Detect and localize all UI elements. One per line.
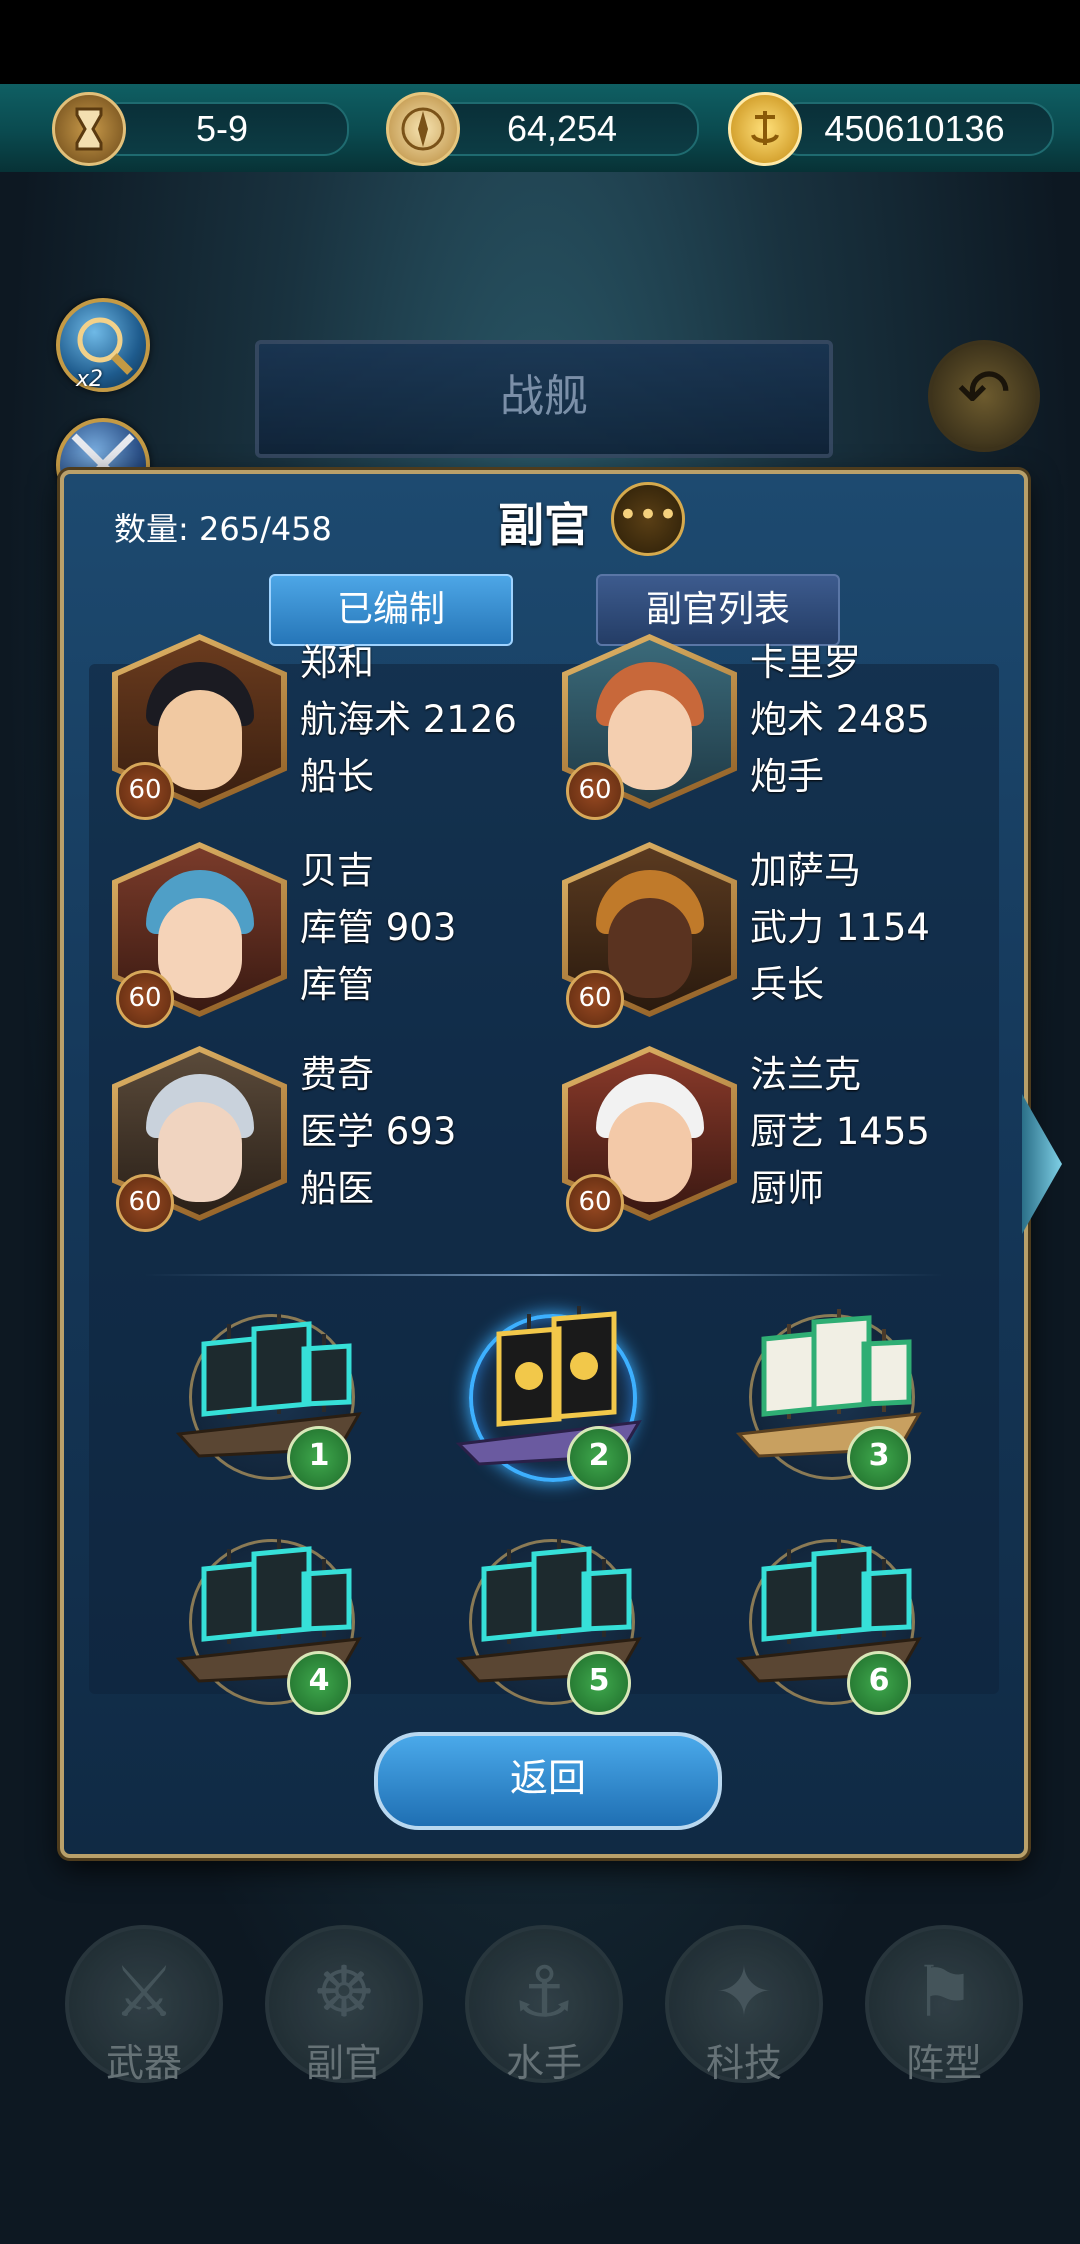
- ship-number-badge: 4: [287, 1651, 351, 1715]
- ship-number-badge: 1: [287, 1426, 351, 1490]
- officer-card[interactable]: 60 费奇 医学 693 船医: [112, 1046, 552, 1246]
- officer-skill: 库管 903: [300, 906, 457, 949]
- tab-formation-label: 阵型: [905, 2041, 982, 2085]
- tab-weapons[interactable]: ⚔ 武器: [65, 1925, 223, 2085]
- officer-skill: 航海术 2126: [300, 698, 517, 741]
- helm-icon: ☸: [312, 1951, 376, 2033]
- warship-title-banner: 战舰: [255, 340, 833, 458]
- stage-pill: 5-9: [95, 102, 349, 156]
- tab-sailors[interactable]: ⚓ 水手: [465, 1925, 623, 2085]
- resource-bar: 5-9 64,254 450610136: [0, 84, 1080, 176]
- tab-tech[interactable]: ✦ 科技: [665, 1925, 823, 2085]
- compass-value: 64,254: [506, 108, 618, 149]
- ship-slot[interactable]: 4: [169, 1519, 369, 1719]
- compass-tech-icon: ✦: [714, 1951, 774, 2033]
- weapon-icon: ⚔: [112, 1951, 176, 2033]
- ship-slot[interactable]: 6: [729, 1519, 929, 1719]
- officer-name: 费奇: [300, 1053, 374, 1096]
- officer-skill: 厨艺 1455: [750, 1110, 930, 1153]
- officer-role: 船长: [300, 755, 374, 798]
- magnifier-icon[interactable]: x2: [56, 298, 150, 392]
- officer-info: 卡里罗 炮术 2485 炮手: [750, 634, 930, 805]
- ship-slot[interactable]: 5: [449, 1519, 649, 1719]
- officer-role: 船医: [300, 1167, 374, 1210]
- officer-role: 库管: [300, 963, 374, 1006]
- hook-icon: ⚓: [512, 1951, 576, 2033]
- compass-pill: 64,254: [425, 102, 699, 156]
- level-badge: 60: [116, 762, 174, 820]
- ship-slot-selected[interactable]: 2: [449, 1294, 649, 1494]
- officer-name: 郑和: [300, 641, 374, 684]
- ship-slot[interactable]: 1: [169, 1294, 369, 1494]
- officer-skill: 炮术 2485: [750, 698, 930, 741]
- officer-name: 法兰克: [750, 1053, 861, 1096]
- officer-role: 厨师: [750, 1167, 824, 1210]
- officer-info: 郑和 航海术 2126 船长: [300, 634, 517, 805]
- bottom-tab-bar: ⚔ 武器 ☸ 副官 ⚓ 水手 ✦ 科技 ⚑ 阵型: [0, 1925, 1080, 2095]
- tab-formation[interactable]: ⚑ 阵型: [865, 1925, 1023, 2085]
- tab-tech-label: 科技: [705, 2041, 782, 2085]
- level-badge: 60: [116, 1174, 174, 1232]
- officer-skill: 医学 693: [300, 1110, 457, 1153]
- officer-skill: 武力 1154: [750, 906, 930, 949]
- gold-coin-icon[interactable]: [728, 92, 802, 166]
- return-button[interactable]: 返回: [374, 1732, 722, 1830]
- officer-modal: 数量: 265/458 副官 ••• 已编制 副官列表 60 郑和 航海术 21…: [60, 470, 1062, 1858]
- officer-info: 法兰克 厨艺 1455 厨师: [750, 1046, 930, 1217]
- officer-card[interactable]: 60 卡里罗 炮术 2485 炮手: [562, 634, 1002, 834]
- tab-officers[interactable]: ☸ 副官: [265, 1925, 423, 2085]
- officer-role: 兵长: [750, 963, 824, 1006]
- gold-value: 450610136: [824, 108, 1005, 149]
- officer-name: 卡里罗: [750, 641, 861, 684]
- officer-card[interactable]: 60 法兰克 厨艺 1455 厨师: [562, 1046, 1002, 1246]
- stage-value: 5-9: [195, 108, 249, 149]
- back-arrow-icon[interactable]: ↶: [928, 340, 1040, 452]
- ship-number-badge: 2: [567, 1426, 631, 1490]
- warship-title: 战舰: [500, 371, 588, 422]
- officer-role: 炮手: [750, 755, 824, 798]
- officer-card[interactable]: 60 贝吉 库管 903 库管: [112, 842, 552, 1042]
- officer-info: 费奇 医学 693 船医: [300, 1046, 456, 1217]
- ship-slot[interactable]: 3: [729, 1294, 929, 1494]
- officer-card[interactable]: 60 郑和 航海术 2126 船长: [112, 634, 552, 834]
- level-badge: 60: [566, 970, 624, 1028]
- tab-weapons-label: 武器: [105, 2041, 182, 2085]
- officer-card[interactable]: 60 加萨马 武力 1154 兵长: [562, 842, 1002, 1042]
- level-badge: 60: [116, 970, 174, 1028]
- compass-icon[interactable]: [386, 92, 460, 166]
- gold-pill: 450610136: [775, 102, 1054, 156]
- ship-number-badge: 5: [567, 1651, 631, 1715]
- hourglass-icon[interactable]: [52, 92, 126, 166]
- tab-sailors-label: 水手: [505, 2041, 582, 2085]
- flag-icon: ⚑: [912, 1951, 976, 2033]
- level-badge: 60: [566, 762, 624, 820]
- officer-info: 加萨马 武力 1154 兵长: [750, 842, 930, 1013]
- ship-number-badge: 6: [847, 1651, 911, 1715]
- officer-info: 贝吉 库管 903 库管: [300, 842, 456, 1013]
- tab-officers-label: 副官: [305, 2041, 382, 2085]
- divider: [144, 1274, 944, 1276]
- chat-bubble-icon[interactable]: •••: [611, 482, 685, 556]
- officer-name: 贝吉: [300, 849, 374, 892]
- modal-title: 副官: [498, 498, 590, 552]
- status-bar: [0, 0, 1080, 84]
- magnifier-badge: x2: [76, 367, 104, 392]
- level-badge: 60: [566, 1174, 624, 1232]
- ship-number-badge: 3: [847, 1426, 911, 1490]
- officer-name: 加萨马: [750, 849, 861, 892]
